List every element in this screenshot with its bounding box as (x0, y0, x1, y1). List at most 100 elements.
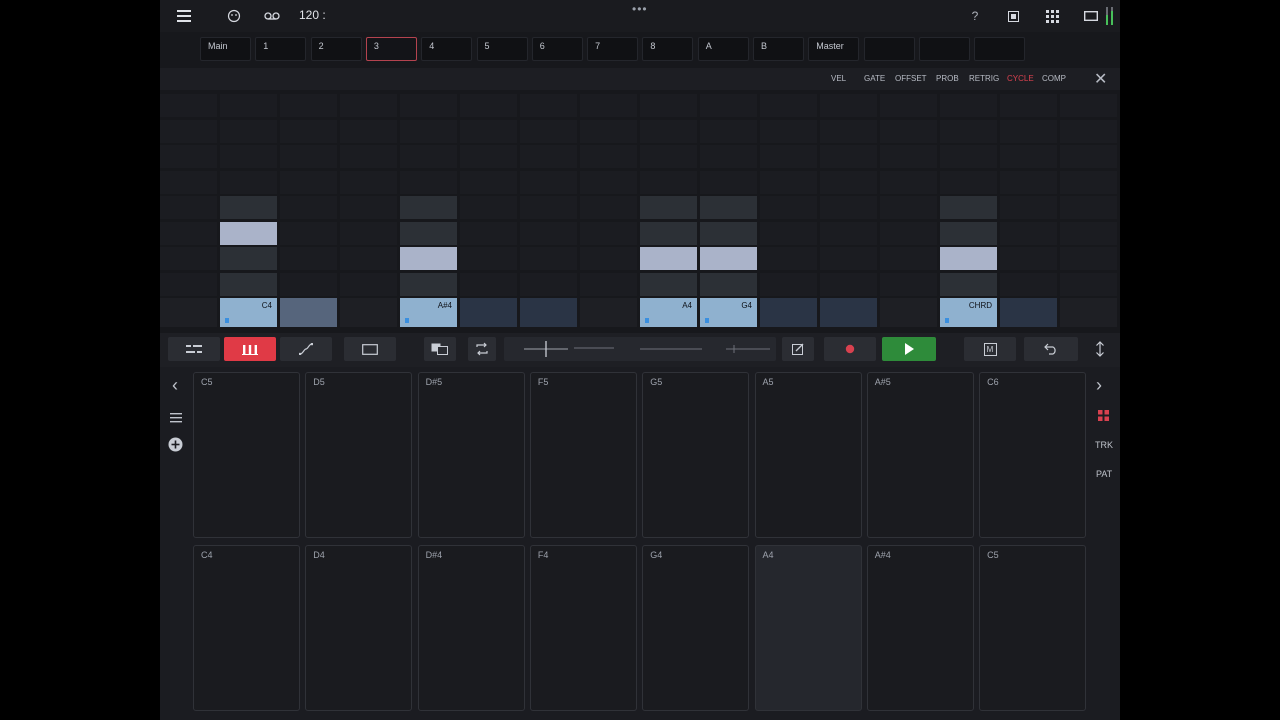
track-tab[interactable]: 4 (421, 37, 473, 61)
grid-cell[interactable] (1060, 221, 1117, 245)
grid-cell[interactable] (400, 94, 457, 117)
grid-cell[interactable] (340, 170, 397, 194)
grid-cell[interactable] (400, 145, 457, 168)
grid-cell[interactable] (340, 247, 397, 270)
grid-cell[interactable] (880, 145, 937, 168)
grid-cell[interactable] (940, 119, 997, 143)
track-tab[interactable]: A (697, 37, 749, 61)
grid-cell[interactable] (760, 145, 817, 168)
track-tab[interactable]: 8 (642, 37, 694, 61)
note-pad[interactable]: F4 (529, 545, 637, 711)
grid-cell[interactable] (820, 247, 877, 270)
grid-cell[interactable] (580, 247, 637, 270)
step-button[interactable] (1060, 298, 1117, 327)
grid-cell[interactable] (340, 119, 397, 143)
grid-cell[interactable] (880, 221, 937, 245)
track-tab[interactable]: 5 (476, 37, 528, 61)
note-pad[interactable]: A5 (754, 372, 862, 538)
up-down-arrows-icon[interactable] (1088, 337, 1112, 361)
step-button[interactable] (880, 298, 937, 327)
track-tab[interactable] (918, 37, 970, 61)
grid-cell[interactable] (1000, 119, 1057, 143)
grid-cell[interactable] (1000, 94, 1057, 117)
grid-cell[interactable] (220, 272, 277, 296)
note-pad[interactable]: A#4 (866, 545, 974, 711)
square-icon[interactable] (1006, 6, 1020, 26)
grid-cell[interactable] (880, 170, 937, 194)
grid-cell[interactable] (820, 272, 877, 296)
copy-icon[interactable] (424, 337, 456, 361)
track-tab[interactable]: B (753, 37, 804, 61)
grid-cell[interactable] (640, 221, 697, 245)
grid-cell[interactable] (220, 94, 277, 117)
grid-cell[interactable] (700, 94, 757, 117)
param-offset[interactable]: OFFSET (895, 74, 927, 83)
grid-cell[interactable] (760, 119, 817, 143)
grid-cell[interactable] (760, 272, 817, 296)
step-button[interactable]: G4 (700, 298, 757, 327)
grid-cell[interactable] (400, 221, 457, 245)
grid-cell[interactable] (160, 170, 217, 194)
param-vel[interactable]: VEL (831, 74, 846, 83)
edit-icon[interactable] (782, 337, 814, 361)
grid-cell[interactable] (940, 94, 997, 117)
step-bars-icon[interactable] (224, 337, 276, 361)
m-button[interactable]: M (964, 337, 1016, 361)
grid-cell[interactable] (640, 272, 697, 296)
prev-octave-button[interactable]: ‹ (172, 375, 178, 396)
grid-cell[interactable] (220, 221, 277, 245)
grid-cell[interactable] (520, 170, 577, 194)
grid-cell[interactable] (340, 196, 397, 219)
grid-cell[interactable] (160, 94, 217, 117)
play-button[interactable] (882, 337, 936, 361)
grid-cell[interactable] (940, 272, 997, 296)
grid-cell[interactable] (1060, 196, 1117, 219)
grid-cell[interactable] (640, 196, 697, 219)
hamburger-icon[interactable] (176, 6, 192, 26)
grid-cell[interactable] (640, 247, 697, 270)
grid-cell[interactable] (880, 272, 937, 296)
grid-cell[interactable] (1000, 272, 1057, 296)
grid-cell[interactable] (460, 272, 517, 296)
grid-cell[interactable] (760, 247, 817, 270)
grid-cell[interactable] (700, 119, 757, 143)
grid-cell[interactable] (340, 221, 397, 245)
grid-cell[interactable] (940, 170, 997, 194)
grid-cell[interactable] (280, 247, 337, 270)
list-icon[interactable] (170, 413, 182, 425)
grid-cell[interactable] (220, 170, 277, 194)
grid-cell[interactable] (820, 94, 877, 117)
step-button[interactable]: C4 (220, 298, 277, 327)
grid-cell[interactable] (700, 247, 757, 270)
grid-cell[interactable] (1000, 247, 1057, 270)
grid-cell[interactable] (280, 196, 337, 219)
track-tab[interactable]: Master (808, 37, 860, 61)
grid-cell[interactable] (460, 196, 517, 219)
grid-cell[interactable] (820, 196, 877, 219)
grid-cell[interactable] (400, 272, 457, 296)
grid-cell[interactable] (940, 221, 997, 245)
grid-cell[interactable] (340, 272, 397, 296)
grid-cell[interactable] (700, 145, 757, 168)
record-button[interactable] (824, 337, 876, 361)
grid-cell[interactable] (1060, 119, 1117, 143)
grid-cell[interactable] (820, 119, 877, 143)
grid-cell[interactable] (1060, 94, 1117, 117)
grid-cell[interactable] (640, 170, 697, 194)
note-pad[interactable]: D#4 (417, 545, 525, 711)
grid-cell[interactable] (580, 272, 637, 296)
grid-cell[interactable] (520, 247, 577, 270)
loop-arrows-icon[interactable] (468, 337, 496, 361)
grid-cell[interactable] (280, 94, 337, 117)
grid-cell[interactable] (160, 272, 217, 296)
cassette-icon[interactable] (262, 6, 282, 26)
grid-cell[interactable] (760, 170, 817, 194)
grid-cell[interactable] (160, 247, 217, 270)
grid-cell[interactable] (520, 221, 577, 245)
grid-cell[interactable] (820, 221, 877, 245)
grid-cell[interactable] (580, 221, 637, 245)
note-pad[interactable]: A4 (754, 545, 862, 711)
grid-cell[interactable] (880, 119, 937, 143)
param-cycle[interactable]: CYCLE (1007, 74, 1034, 83)
grid-cell[interactable] (520, 196, 577, 219)
